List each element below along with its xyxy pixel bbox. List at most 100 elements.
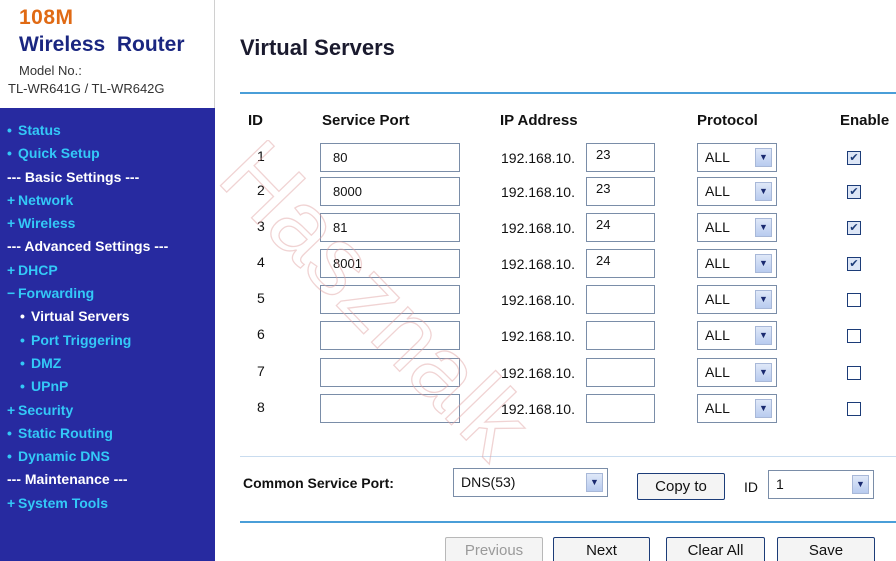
row-id: 6 bbox=[257, 326, 265, 342]
select-value: ALL bbox=[705, 327, 730, 343]
sidebar-item-security[interactable]: + Security bbox=[0, 399, 215, 422]
protocol-select[interactable]: ALL ▼ bbox=[697, 285, 777, 314]
bottom-divider bbox=[240, 521, 896, 523]
protocol-select[interactable]: ALL ▼ bbox=[697, 321, 777, 350]
protocol-select[interactable]: ALL ▼ bbox=[697, 177, 777, 206]
ip-address-input[interactable] bbox=[586, 285, 655, 314]
copy-to-id-label: ID bbox=[744, 479, 758, 495]
enable-checkbox[interactable] bbox=[847, 402, 861, 416]
ip-prefix: 192.168.10. bbox=[501, 328, 575, 344]
clear-all-button[interactable]: Clear All bbox=[666, 537, 765, 561]
sidebar-item-label: DHCP bbox=[18, 261, 58, 278]
sidebar-item-forwarding[interactable]: − Forwarding bbox=[0, 282, 215, 305]
sidebar-item-static-routing[interactable]: • Static Routing bbox=[0, 422, 215, 445]
service-port-input[interactable]: 81 bbox=[320, 213, 460, 242]
sidebar-heading-maintenance: --- Maintenance --- bbox=[7, 471, 128, 488]
enable-checkbox[interactable] bbox=[847, 329, 861, 343]
bullet-icon: • bbox=[20, 354, 25, 371]
sidebar-item-dhcp[interactable]: + DHCP bbox=[0, 259, 215, 282]
chevron-down-icon: ▼ bbox=[755, 218, 772, 237]
row-id: 2 bbox=[257, 182, 265, 198]
sidebar-item-label: Static Routing bbox=[18, 424, 113, 441]
chevron-down-icon: ▼ bbox=[755, 182, 772, 201]
protocol-select[interactable]: ALL ▼ bbox=[697, 143, 777, 172]
select-value: ALL bbox=[705, 149, 730, 165]
ip-prefix: 192.168.10. bbox=[501, 150, 575, 166]
service-port-input[interactable] bbox=[320, 285, 460, 314]
sidebar-item-dmz[interactable]: • DMZ bbox=[0, 352, 215, 375]
ip-address-input[interactable] bbox=[586, 394, 655, 423]
sidebar-item-status[interactable]: • Status bbox=[0, 119, 215, 142]
sidebar-item-virtual-servers[interactable]: • Virtual Servers bbox=[0, 305, 215, 328]
row-id: 8 bbox=[257, 399, 265, 415]
service-port-input[interactable] bbox=[320, 358, 460, 387]
common-service-port-select[interactable]: DNS(53) ▼ bbox=[453, 468, 608, 497]
ip-address-input[interactable] bbox=[586, 358, 655, 387]
bullet-icon: • bbox=[20, 331, 25, 348]
previous-button[interactable]: Previous bbox=[445, 537, 543, 561]
sidebar-item-system-tools[interactable]: + System Tools bbox=[0, 492, 215, 515]
enable-checkbox[interactable] bbox=[847, 293, 861, 307]
row-id: 4 bbox=[257, 254, 265, 270]
enable-checkbox[interactable]: ✔ bbox=[847, 185, 861, 199]
ip-prefix: 192.168.10. bbox=[501, 256, 575, 272]
sidebar-item-label: UPnP bbox=[31, 378, 69, 395]
sidebar-item-upnp[interactable]: • UPnP bbox=[0, 375, 215, 398]
sidebar-item-wireless[interactable]: + Wireless bbox=[0, 212, 215, 235]
select-value: 1 bbox=[776, 476, 784, 492]
enable-checkbox[interactable]: ✔ bbox=[847, 257, 861, 271]
sidebar-item-label: Quick Setup bbox=[18, 145, 100, 162]
ip-address-input[interactable]: 24 bbox=[586, 213, 655, 242]
bullet-icon: • bbox=[7, 145, 12, 162]
sidebar-item-port-triggering[interactable]: • Port Triggering bbox=[0, 329, 215, 352]
ip-address-input[interactable]: 23 bbox=[586, 177, 655, 206]
chevron-down-icon: ▼ bbox=[755, 326, 772, 345]
row-id: 3 bbox=[257, 218, 265, 234]
sidebar-item-quick-setup[interactable]: • Quick Setup bbox=[0, 142, 215, 165]
service-port-input[interactable] bbox=[320, 394, 460, 423]
copy-to-button[interactable]: Copy to bbox=[637, 473, 725, 500]
sidebar-item-label: Security bbox=[18, 401, 74, 418]
protocol-select[interactable]: ALL ▼ bbox=[697, 394, 777, 423]
save-button[interactable]: Save bbox=[777, 537, 875, 561]
protocol-select[interactable]: ALL ▼ bbox=[697, 213, 777, 242]
brand-name: Wireless Router bbox=[19, 33, 185, 56]
sidebar-item-network[interactable]: + Network bbox=[0, 189, 215, 212]
protocol-select[interactable]: ALL ▼ bbox=[697, 358, 777, 387]
bullet-icon: • bbox=[20, 308, 25, 325]
service-port-input[interactable]: 8000 bbox=[320, 177, 460, 206]
ip-prefix: 192.168.10. bbox=[501, 220, 575, 236]
expand-icon: + bbox=[7, 494, 16, 511]
enable-checkbox[interactable]: ✔ bbox=[847, 221, 861, 235]
sidebar-item-dynamic-dns[interactable]: • Dynamic DNS bbox=[0, 445, 215, 468]
ip-address-input[interactable]: 24 bbox=[586, 249, 655, 278]
enable-checkbox[interactable]: ✔ bbox=[847, 151, 861, 165]
select-value: ALL bbox=[705, 255, 730, 271]
service-port-input[interactable]: 8001 bbox=[320, 249, 460, 278]
select-value: ALL bbox=[705, 364, 730, 380]
chevron-down-icon: ▼ bbox=[755, 254, 772, 273]
model-label: Model No.: bbox=[19, 63, 82, 78]
ip-address-input[interactable]: 23 bbox=[586, 143, 655, 172]
protocol-select[interactable]: ALL ▼ bbox=[697, 249, 777, 278]
copy-to-id-select[interactable]: 1 ▼ bbox=[768, 470, 874, 499]
checkmark-icon: ✔ bbox=[849, 186, 859, 198]
sidebar-item-label: System Tools bbox=[18, 494, 108, 511]
expand-icon: + bbox=[7, 191, 16, 208]
chevron-down-icon: ▼ bbox=[755, 399, 772, 418]
ip-address-input[interactable] bbox=[586, 321, 655, 350]
column-header-ip-address: IP Address bbox=[500, 112, 578, 129]
next-button[interactable]: Next bbox=[553, 537, 650, 561]
checkmark-icon: ✔ bbox=[849, 222, 859, 234]
sidebar-item-label: Wireless bbox=[18, 215, 76, 232]
ip-prefix: 192.168.10. bbox=[501, 292, 575, 308]
common-service-port-label: Common Service Port: bbox=[243, 475, 394, 491]
column-header-protocol: Protocol bbox=[697, 112, 758, 129]
top-divider bbox=[240, 92, 896, 94]
checkmark-icon: ✔ bbox=[849, 258, 859, 270]
service-port-input[interactable]: 80 bbox=[320, 143, 460, 172]
service-port-input[interactable] bbox=[320, 321, 460, 350]
enable-checkbox[interactable] bbox=[847, 366, 861, 380]
bullet-icon: • bbox=[20, 378, 25, 395]
sidebar-nav: • Status • Quick Setup --- Basic Settings … bbox=[0, 108, 215, 561]
